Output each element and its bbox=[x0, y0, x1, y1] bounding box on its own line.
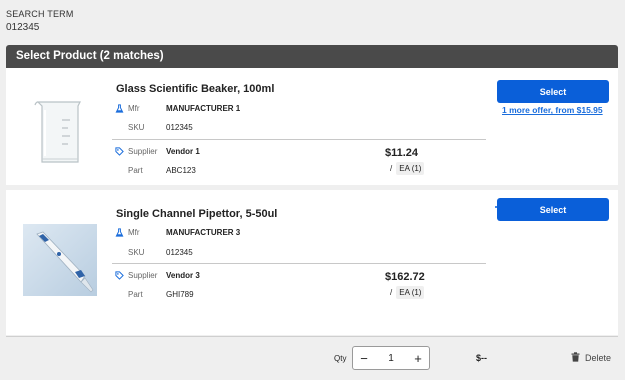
price: $11.24 bbox=[385, 147, 419, 159]
price: $162.72 bbox=[385, 271, 425, 283]
supplier-value: Vendor 3 bbox=[166, 270, 200, 280]
mfr-label: Mfr bbox=[128, 227, 140, 237]
footer: Qty − 1 + $-- Delete bbox=[0, 345, 625, 373]
sku-label: SKU bbox=[128, 122, 145, 132]
sku-label: SKU bbox=[128, 247, 145, 257]
qty-label: Qty bbox=[334, 354, 347, 363]
quantity-stepper: − 1 + bbox=[352, 346, 430, 370]
search-term: SEARCH TERM 012345 bbox=[6, 9, 74, 33]
footer-divider bbox=[6, 336, 618, 337]
select-button[interactable]: Select bbox=[497, 198, 609, 221]
select-button[interactable]: Select bbox=[497, 80, 609, 103]
search-term-value: 012345 bbox=[6, 22, 40, 33]
part-label: Part bbox=[128, 165, 143, 175]
sku-value: 012345 bbox=[166, 122, 193, 132]
part-row: Part GHI789 bbox=[112, 287, 194, 301]
uom-separator: / bbox=[390, 164, 393, 173]
product-card: Single Channel Pipettor, 5-50ul Mfr MANU… bbox=[6, 190, 618, 335]
uom-badge: EA (1) bbox=[396, 286, 425, 299]
sku-value: 012345 bbox=[166, 247, 193, 257]
product-title[interactable]: Single Channel Pipettor, 5-50ul bbox=[116, 208, 277, 220]
trash-icon bbox=[571, 352, 580, 364]
unit-of-measure: / EA (1) bbox=[390, 162, 425, 175]
line-total: $-- bbox=[476, 353, 487, 363]
mfr-row: Mfr MANUFACTURER 3 bbox=[112, 225, 240, 239]
divider bbox=[112, 263, 486, 264]
mfr-value: MANUFACTURER 3 bbox=[166, 227, 241, 237]
product-title[interactable]: Glass Scientific Beaker, 100ml bbox=[116, 83, 274, 95]
divider bbox=[112, 139, 486, 140]
supplier-label: Supplier bbox=[128, 146, 158, 156]
tag-icon bbox=[112, 270, 126, 280]
select-product-header: Select Product (2 matches) bbox=[6, 45, 618, 68]
delete-button[interactable]: Delete bbox=[571, 352, 611, 364]
mfr-label: Mfr bbox=[128, 103, 140, 113]
flask-icon bbox=[112, 227, 126, 237]
supplier-label: Supplier bbox=[128, 270, 158, 280]
supplier-value: Vendor 1 bbox=[166, 146, 200, 156]
uom-separator: / bbox=[390, 288, 393, 297]
minus-icon[interactable]: − bbox=[353, 347, 375, 369]
sku-row: SKU 012345 bbox=[112, 245, 193, 259]
quantity-input[interactable]: 1 bbox=[375, 353, 407, 364]
supplier-row: Supplier Vendor 3 bbox=[112, 268, 200, 282]
search-term-label: SEARCH TERM bbox=[6, 9, 74, 19]
sku-row: SKU 012345 bbox=[112, 120, 193, 134]
part-value: GHI789 bbox=[166, 289, 194, 299]
product-card: Glass Scientific Beaker, 100ml Mfr MANUF… bbox=[6, 68, 618, 185]
plus-icon[interactable]: + bbox=[407, 347, 429, 369]
beaker-image bbox=[30, 96, 90, 166]
unit-of-measure: / EA (1) bbox=[390, 286, 425, 299]
supplier-row: Supplier Vendor 1 bbox=[112, 144, 200, 158]
pipettor-image bbox=[23, 224, 97, 296]
part-value: ABC123 bbox=[166, 165, 196, 175]
flask-icon bbox=[112, 103, 126, 113]
uom-badge: EA (1) bbox=[396, 162, 425, 175]
delete-label: Delete bbox=[585, 353, 612, 363]
more-offers-link[interactable]: 1 more offer, from $15.95 bbox=[502, 105, 603, 115]
tag-icon bbox=[112, 146, 126, 156]
part-label: Part bbox=[128, 289, 143, 299]
mfr-value: MANUFACTURER 1 bbox=[166, 103, 241, 113]
part-row: Part ABC123 bbox=[112, 163, 196, 177]
mfr-row: Mfr MANUFACTURER 1 bbox=[112, 101, 240, 115]
